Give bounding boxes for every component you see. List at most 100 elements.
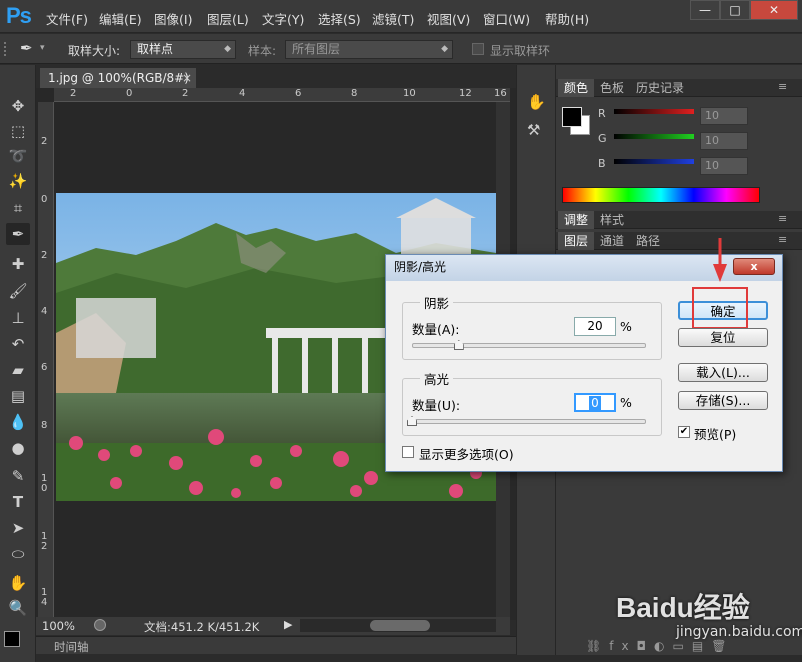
eraser-tool-icon[interactable]: ▰ xyxy=(6,359,30,381)
load-button[interactable]: 载入(L)... xyxy=(678,363,768,382)
blur-tool-icon[interactable]: 💧 xyxy=(6,411,30,433)
shadow-amount-unit: % xyxy=(620,319,632,334)
ruler-label: 2 xyxy=(41,136,48,147)
channel-g-slider[interactable] xyxy=(614,134,694,139)
channel-g-label: G xyxy=(598,132,607,145)
menu-window[interactable]: 窗口(W) xyxy=(483,9,530,28)
gradient-tool-icon[interactable]: ▤ xyxy=(6,385,30,407)
save-button[interactable]: 存储(S)... xyxy=(678,391,768,410)
zoom-level[interactable]: 100% xyxy=(42,619,75,633)
tool-preset-icon[interactable]: ⚒ xyxy=(527,121,540,139)
highlight-amount-slider[interactable] xyxy=(412,419,646,424)
type-tool-icon[interactable]: T xyxy=(6,491,30,513)
panel-menu-icon[interactable]: ≡ xyxy=(778,233,787,246)
menu-view[interactable]: 视图(V) xyxy=(427,9,470,28)
sample-size-select[interactable]: 取样点 ◆ xyxy=(130,40,236,59)
more-options-checkbox[interactable] xyxy=(402,446,414,458)
eyedropper-icon[interactable]: ✒ xyxy=(20,39,33,57)
channel-b-slider[interactable] xyxy=(614,159,694,164)
tab-color[interactable]: 颜色 xyxy=(558,79,595,97)
foreground-color-swatch[interactable] xyxy=(4,631,20,647)
document-tab[interactable]: 1.jpg @ 100%(RGB/8#) × xyxy=(40,68,196,88)
maximize-button[interactable]: □ xyxy=(720,0,750,20)
reset-button[interactable]: 复位 xyxy=(678,328,768,347)
brush-tool-icon[interactable]: 🖌 xyxy=(6,280,30,302)
tab-channels[interactable]: 通道 xyxy=(594,232,630,250)
ruler-vertical: 2 0 2 4 6 8 1 0 1 2 1 4 xyxy=(38,102,54,618)
show-ring-checkbox[interactable] xyxy=(472,43,484,55)
dialog-title: 阴影/高光 xyxy=(394,260,447,274)
highlight-amount-input[interactable]: 0 xyxy=(574,393,616,412)
channel-r-slider[interactable] xyxy=(614,109,694,114)
close-button[interactable]: ✕ xyxy=(750,0,798,20)
sample-select[interactable]: 所有图层 ◆ xyxy=(285,40,453,59)
brush-preset-icon[interactable]: ✋ xyxy=(527,93,546,111)
show-ring-label: 显示取样环 xyxy=(490,44,551,58)
dodge-tool-icon[interactable]: ● xyxy=(6,437,30,459)
history-brush-tool-icon[interactable]: ↶ xyxy=(6,333,30,355)
layers-panel-tabs: 图层 通道 路径 ≡ xyxy=(556,232,802,250)
pen-tool-icon[interactable]: ✎ xyxy=(6,465,30,487)
highlight-box-annotation xyxy=(692,287,748,329)
timeline-tab[interactable]: 时间轴 xyxy=(54,639,89,655)
preview-checkbox[interactable]: ✔ xyxy=(678,426,690,438)
tab-adjustments[interactable]: 调整 xyxy=(558,211,595,229)
color-spectrum-bar[interactable] xyxy=(562,187,760,203)
tab-styles[interactable]: 样式 xyxy=(594,211,630,229)
healing-brush-tool-icon[interactable]: ✚ xyxy=(6,253,30,275)
lasso-tool-icon[interactable]: ➰ xyxy=(6,145,30,167)
channel-b-input[interactable]: 10 xyxy=(700,157,748,175)
ellipse-tool-icon[interactable]: ⬭ xyxy=(6,543,30,565)
path-select-tool-icon[interactable]: ➤ xyxy=(6,517,30,539)
channel-b-label: B xyxy=(598,157,606,170)
stamp-tool-icon[interactable]: ⊥ xyxy=(6,307,30,329)
zoom-tool-icon[interactable]: 🔍 xyxy=(6,597,30,619)
menu-select[interactable]: 选择(S) xyxy=(318,9,361,28)
channel-g-input[interactable]: 10 xyxy=(700,132,748,150)
move-tool-icon[interactable]: ✥ xyxy=(6,95,30,117)
share-icon[interactable] xyxy=(94,619,106,631)
menu-image[interactable]: 图像(I) xyxy=(154,9,192,28)
menu-filter[interactable]: 滤镜(T) xyxy=(372,9,414,28)
menu-bar: Ps 文件(F) 编辑(E) 图像(I) 图层(L) 文字(Y) 选择(S) 滤… xyxy=(0,0,802,33)
foreground-color-swatch[interactable] xyxy=(562,107,582,127)
info-menu-arrow-icon[interactable]: ▶ xyxy=(284,618,292,631)
panel-menu-icon[interactable]: ≡ xyxy=(778,212,787,225)
menu-layer[interactable]: 图层(L) xyxy=(207,9,249,28)
horizontal-scrollbar[interactable] xyxy=(300,619,496,632)
watermark-url: jingyan.baidu.com xyxy=(676,624,802,640)
preview-label: 预览(P) xyxy=(694,427,737,442)
ruler-label: 2 xyxy=(70,88,77,99)
tab-history[interactable]: 历史记录 xyxy=(630,79,690,97)
red-arrow-annotation xyxy=(713,238,727,282)
adjustments-panel-tabs: 调整 样式 ≡ xyxy=(556,211,802,229)
tab-swatches[interactable]: 色板 xyxy=(594,79,630,97)
menu-edit[interactable]: 编辑(E) xyxy=(99,9,142,28)
eyedropper-tool-icon[interactable]: ✒ xyxy=(6,223,30,245)
ruler-label: 4 xyxy=(239,88,246,99)
dialog-close-button[interactable]: x xyxy=(733,258,775,275)
tab-layers[interactable]: 图层 xyxy=(558,232,595,250)
marquee-tool-icon[interactable]: ⬚ xyxy=(6,120,30,142)
magic-wand-tool-icon[interactable]: ✨ xyxy=(6,170,30,192)
layer-actions-icons[interactable]: ⛓fx◘◐▭▤🗑 xyxy=(586,639,734,653)
sample-label: 样本: xyxy=(248,44,277,58)
crop-tool-icon[interactable]: ⌗ xyxy=(6,197,30,219)
ruler-label: 8 xyxy=(351,88,358,99)
menu-file[interactable]: 文件(F) xyxy=(46,9,88,28)
shadow-amount-slider[interactable] xyxy=(412,343,646,348)
highlight-amount-value: 0 xyxy=(589,396,601,410)
tab-close-icon[interactable]: × xyxy=(182,68,192,88)
hand-tool-icon[interactable]: ✋ xyxy=(6,572,30,594)
shadow-amount-input[interactable]: 20 xyxy=(574,317,616,336)
channel-r-input[interactable]: 10 xyxy=(700,107,748,125)
menu-type[interactable]: 文字(Y) xyxy=(262,9,304,28)
baidu-watermark: Baidu经验 xyxy=(616,592,750,623)
panel-menu-icon[interactable]: ≡ xyxy=(778,80,787,93)
minimize-button[interactable]: — xyxy=(690,0,720,20)
scroll-thumb[interactable] xyxy=(370,620,430,631)
tab-paths[interactable]: 路径 xyxy=(630,232,666,250)
shadow-highlight-dialog: 阴影/高光 x 阴影 数量(A): 20 % 高光 数量(U): 0 % 显示更… xyxy=(385,254,783,472)
tool-preset-chevron-icon[interactable]: ▾ xyxy=(40,43,45,53)
menu-help[interactable]: 帮助(H) xyxy=(545,9,589,28)
